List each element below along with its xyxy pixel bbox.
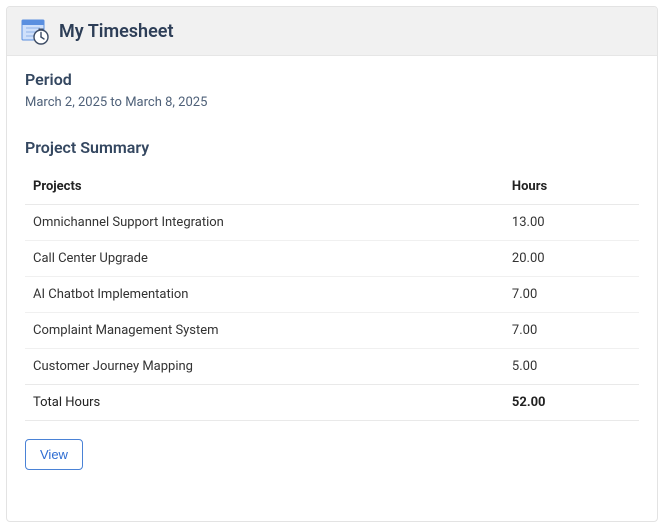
project-name-cell: Omnichannel Support Integration xyxy=(25,205,504,241)
card-title: My Timesheet xyxy=(59,21,174,42)
table-row: Omnichannel Support Integration 13.00 xyxy=(25,205,639,241)
total-row: Total Hours 52.00 xyxy=(25,385,639,421)
project-hours-cell: 5.00 xyxy=(504,349,639,385)
project-name-cell: AI Chatbot Implementation xyxy=(25,277,504,313)
period-value: March 2, 2025 to March 8, 2025 xyxy=(25,95,639,110)
card-header: My Timesheet xyxy=(7,7,657,56)
table-row: AI Chatbot Implementation 7.00 xyxy=(25,277,639,313)
project-summary-heading: Project Summary xyxy=(25,138,639,157)
table-row: Customer Journey Mapping 5.00 xyxy=(25,349,639,385)
project-summary-table: Projects Hours Omnichannel Support Integ… xyxy=(25,169,639,421)
project-hours-cell: 7.00 xyxy=(504,313,639,349)
column-header-hours: Hours xyxy=(504,169,639,205)
timesheet-card: My Timesheet Period March 2, 2025 to Mar… xyxy=(6,6,658,522)
project-name-cell: Customer Journey Mapping xyxy=(25,349,504,385)
view-button[interactable]: View xyxy=(25,439,83,470)
total-label: Total Hours xyxy=(25,385,504,421)
project-hours-cell: 13.00 xyxy=(504,205,639,241)
project-name-cell: Complaint Management System xyxy=(25,313,504,349)
card-body: Period March 2, 2025 to March 8, 2025 Pr… xyxy=(7,56,657,521)
column-header-projects: Projects xyxy=(25,169,504,205)
project-hours-cell: 7.00 xyxy=(504,277,639,313)
project-hours-cell: 20.00 xyxy=(504,241,639,277)
project-name-cell: Call Center Upgrade xyxy=(25,241,504,277)
total-hours: 52.00 xyxy=(504,385,639,421)
period-label: Period xyxy=(25,70,639,89)
timesheet-calendar-clock-icon xyxy=(21,17,49,45)
table-row: Complaint Management System 7.00 xyxy=(25,313,639,349)
table-row: Call Center Upgrade 20.00 xyxy=(25,241,639,277)
